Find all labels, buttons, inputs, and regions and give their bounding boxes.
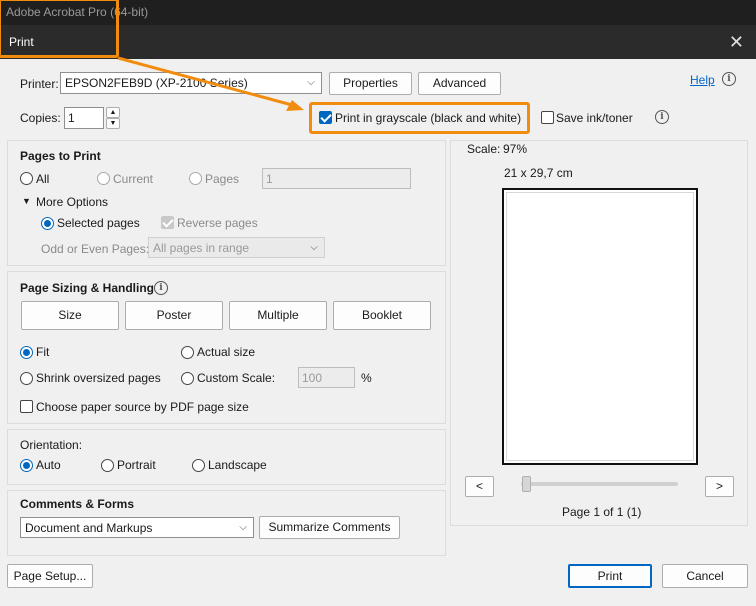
help-link[interactable]: Help: [690, 73, 715, 87]
custom-scale-label: Custom Scale:: [197, 371, 276, 385]
odd-even-value: All pages in range: [153, 241, 250, 255]
shrink-label: Shrink oversized pages: [36, 371, 161, 385]
save-ink-checkbox[interactable]: [541, 111, 554, 124]
properties-button[interactable]: Properties: [329, 72, 412, 95]
printer-select[interactable]: EPSON2FEB9D (XP-2100 Series) ⌵: [60, 72, 322, 94]
actual-size-radio[interactable]: [181, 346, 194, 359]
all-radio[interactable]: [20, 172, 33, 185]
landscape-label: Landscape: [208, 458, 267, 472]
grayscale-label: Print in grayscale (black and white): [335, 111, 522, 125]
prev-page-button[interactable]: <: [465, 476, 494, 497]
page-dimensions: 21 x 29,7 cm: [504, 166, 573, 180]
odd-even-select[interactable]: All pages in range ⌵: [148, 237, 325, 258]
pages-radio[interactable]: [189, 172, 202, 185]
page-sizing-info-icon[interactable]: i: [154, 281, 168, 295]
custom-scale-input[interactable]: 100: [298, 367, 355, 388]
pages-range-input[interactable]: 1: [262, 168, 411, 189]
pages-to-print-title: Pages to Print: [20, 149, 101, 163]
odd-even-label: Odd or Even Pages:: [41, 242, 150, 256]
selected-pages-label: Selected pages: [57, 216, 140, 230]
auto-radio[interactable]: [20, 459, 33, 472]
chevron-down-icon: ⌵: [307, 77, 315, 88]
copies-input[interactable]: 1: [64, 107, 104, 129]
page-slider-thumb[interactable]: [522, 476, 531, 492]
booklet-button[interactable]: Booklet: [333, 301, 431, 330]
fit-radio[interactable]: [20, 346, 33, 359]
advanced-button[interactable]: Advanced: [418, 72, 501, 95]
pages-label: Pages: [205, 172, 240, 186]
selected-pages-radio[interactable]: [41, 217, 54, 230]
reverse-pages-checkbox[interactable]: [161, 216, 174, 229]
landscape-radio[interactable]: [192, 459, 205, 472]
current-radio[interactable]: [97, 172, 110, 185]
portrait-label: Portrait: [117, 458, 156, 472]
page-indicator: Page 1 of 1 (1): [562, 505, 642, 519]
comments-select[interactable]: Document and Markups ⌵: [20, 517, 254, 538]
portrait-radio[interactable]: [101, 459, 114, 472]
page-sizing-title: Page Sizing & Handling: [20, 281, 155, 295]
custom-scale-radio[interactable]: [181, 372, 194, 385]
more-options-label[interactable]: More Options: [36, 195, 108, 209]
printer-label: Printer:: [20, 77, 59, 91]
chevron-down-icon: ⌵: [310, 242, 318, 253]
multiple-button[interactable]: Multiple: [229, 301, 327, 330]
next-page-button[interactable]: >: [705, 476, 734, 497]
save-ink-label: Save ink/toner: [556, 111, 633, 125]
actual-size-label: Actual size: [197, 345, 256, 359]
cancel-button[interactable]: Cancel: [662, 564, 748, 588]
auto-label: Auto: [36, 458, 61, 472]
shrink-radio[interactable]: [20, 372, 33, 385]
summarize-comments-button[interactable]: Summarize Comments: [259, 516, 400, 539]
info-icon[interactable]: i: [655, 110, 669, 124]
close-icon[interactable]: ✕: [729, 25, 744, 59]
print-button[interactable]: Print: [568, 564, 652, 588]
percent-label: %: [361, 371, 372, 385]
paper-source-checkbox[interactable]: [20, 400, 33, 413]
collapse-triangle-icon[interactable]: ▼: [22, 196, 31, 206]
copies-decrement-icon[interactable]: ▼: [106, 118, 120, 129]
all-label: All: [36, 172, 50, 186]
copies-label: Copies:: [20, 111, 61, 125]
title-highlight: [0, 0, 119, 58]
chevron-down-icon: ⌵: [239, 522, 247, 533]
scale-value: 97%: [503, 142, 528, 156]
fit-label: Fit: [36, 345, 50, 359]
page-preview: [502, 188, 698, 465]
help-info-icon[interactable]: i: [722, 72, 736, 86]
page-preview-content: [506, 192, 694, 461]
printer-value: EPSON2FEB9D (XP-2100 Series): [65, 76, 248, 90]
comments-title: Comments & Forms: [20, 497, 135, 511]
copies-increment-icon[interactable]: ▲: [106, 107, 120, 118]
paper-source-label: Choose paper source by PDF page size: [36, 400, 249, 414]
current-label: Current: [113, 172, 154, 186]
poster-button[interactable]: Poster: [125, 301, 223, 330]
scale-label: Scale:: [467, 142, 501, 156]
comments-value: Document and Markups: [25, 521, 153, 535]
orientation-title: Orientation:: [20, 438, 83, 452]
size-button[interactable]: Size: [21, 301, 119, 330]
grayscale-checkbox[interactable]: [319, 111, 332, 124]
page-slider-track[interactable]: [521, 482, 678, 486]
page-setup-button[interactable]: Page Setup...: [7, 564, 93, 588]
reverse-pages-label: Reverse pages: [177, 216, 258, 230]
